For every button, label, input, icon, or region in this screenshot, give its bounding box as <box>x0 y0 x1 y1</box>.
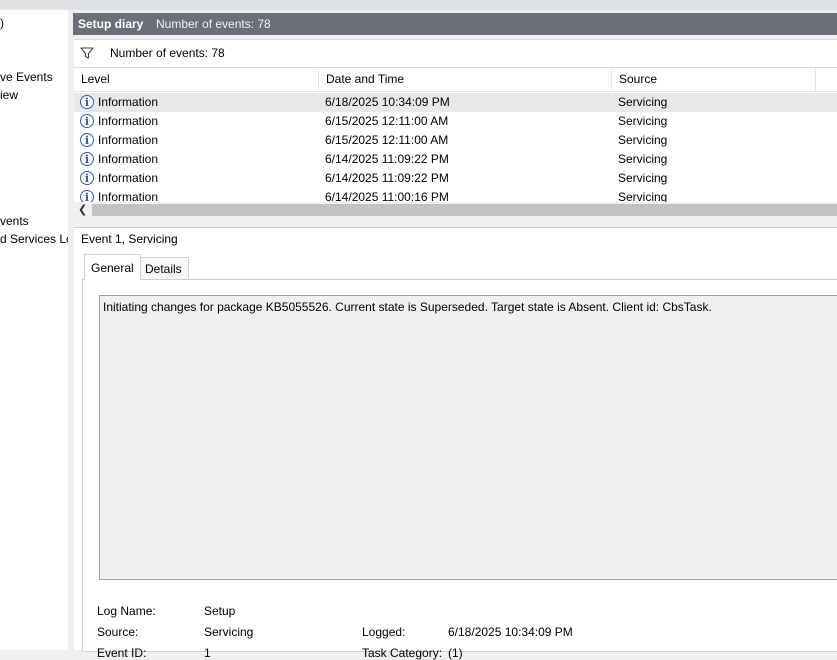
tab-details[interactable]: Details <box>138 257 189 279</box>
horizontal-scrollbar[interactable]: ❮ <box>74 202 837 218</box>
event-level: Information <box>98 171 159 185</box>
source-label: Source: <box>97 625 139 639</box>
event-row[interactable]: i Information 6/14/2025 11:09:22 PM Serv… <box>74 150 837 169</box>
filter-bar: Number of events: 78 <box>74 39 837 68</box>
event-source: Servicing <box>618 171 668 185</box>
event-date: 6/15/2025 12:11:00 AM <box>325 133 449 147</box>
event-source: Servicing <box>618 114 668 128</box>
event-date: 6/14/2025 11:09:22 PM <box>325 152 449 166</box>
task-category-value: (1) <box>448 646 463 660</box>
information-icon: i <box>80 152 94 166</box>
event-source: Servicing <box>618 152 668 166</box>
event-detail-title: Event 1, Servicing <box>81 232 178 246</box>
event-row[interactable]: i Information 6/15/2025 12:11:00 AM Serv… <box>74 131 837 150</box>
console-tree[interactable]: ) ve Events iew vents d Services Lo <box>0 10 69 650</box>
event-id-value: 1 <box>204 646 211 660</box>
event-level: Information <box>98 133 159 147</box>
filter-count: Number of events: 78 <box>110 46 225 60</box>
event-level: Information <box>98 152 159 166</box>
information-icon: i <box>80 95 94 109</box>
grid-header: Level Date and Time Source <box>74 68 837 92</box>
information-icon: i <box>80 133 94 147</box>
log-name-value: Setup <box>204 604 236 618</box>
tree-item-live-events[interactable]: ve Events <box>0 70 53 84</box>
event-detail-pane: General Details Initiating changes for p… <box>74 250 837 660</box>
event-level: Information <box>98 114 159 128</box>
logged-label: Logged: <box>362 625 406 639</box>
event-id-label: Event ID: <box>97 646 147 660</box>
scroll-left-icon[interactable]: ❮ <box>78 202 87 218</box>
scrollbar-thumb[interactable] <box>92 204 837 216</box>
column-header-date[interactable]: Date and Time <box>319 68 612 91</box>
event-date: 6/15/2025 12:11:00 AM <box>325 114 449 128</box>
tab-general[interactable]: General <box>84 254 141 280</box>
tree-item[interactable]: ) <box>0 16 4 30</box>
event-message: Initiating changes for package KB5055526… <box>103 300 712 314</box>
information-icon: i <box>80 114 94 128</box>
log-name-label: Log Name: <box>97 604 156 618</box>
column-header-level[interactable]: Level <box>74 68 319 91</box>
event-date: 6/14/2025 11:09:22 PM <box>325 171 449 185</box>
logged-value: 6/18/2025 10:34:09 PM <box>448 625 573 639</box>
tree-item-events[interactable]: vents <box>0 214 29 228</box>
event-row[interactable]: i Information 6/15/2025 12:11:00 AM Serv… <box>74 112 837 131</box>
event-date: 6/18/2025 10:34:09 PM <box>325 95 450 109</box>
general-tab-panel: Initiating changes for package KB5055526… <box>82 279 837 660</box>
event-count: Number of events: 78 <box>156 17 271 31</box>
source-value: Servicing <box>204 625 254 639</box>
event-source: Servicing <box>618 133 668 147</box>
event-row[interactable]: i Information 6/18/2025 10:34:09 PM Serv… <box>74 93 837 112</box>
information-icon: i <box>80 171 94 185</box>
event-source: Servicing <box>618 95 668 109</box>
log-title-bar: Setup diary Number of events: 78 <box>73 13 837 35</box>
task-category-label: Task Category: <box>362 646 443 660</box>
main-pane: Setup diary Number of events: 78 Number … <box>73 10 837 660</box>
tree-item-view[interactable]: iew <box>0 88 18 102</box>
filter-icon[interactable] <box>80 46 94 60</box>
event-row[interactable]: i Information 6/14/2025 11:09:22 PM Serv… <box>74 169 837 188</box>
tree-item-applications-services-logs[interactable]: d Services Lo <box>0 232 68 246</box>
log-title: Setup diary <box>78 17 144 31</box>
events-grid[interactable]: Level Date and Time Source i Information… <box>74 68 837 218</box>
column-header-source[interactable]: Source <box>612 68 816 91</box>
event-level: Information <box>98 95 159 109</box>
event-detail-header: Event 1, Servicing <box>74 227 837 251</box>
event-message-box[interactable]: Initiating changes for package KB5055526… <box>99 295 837 580</box>
